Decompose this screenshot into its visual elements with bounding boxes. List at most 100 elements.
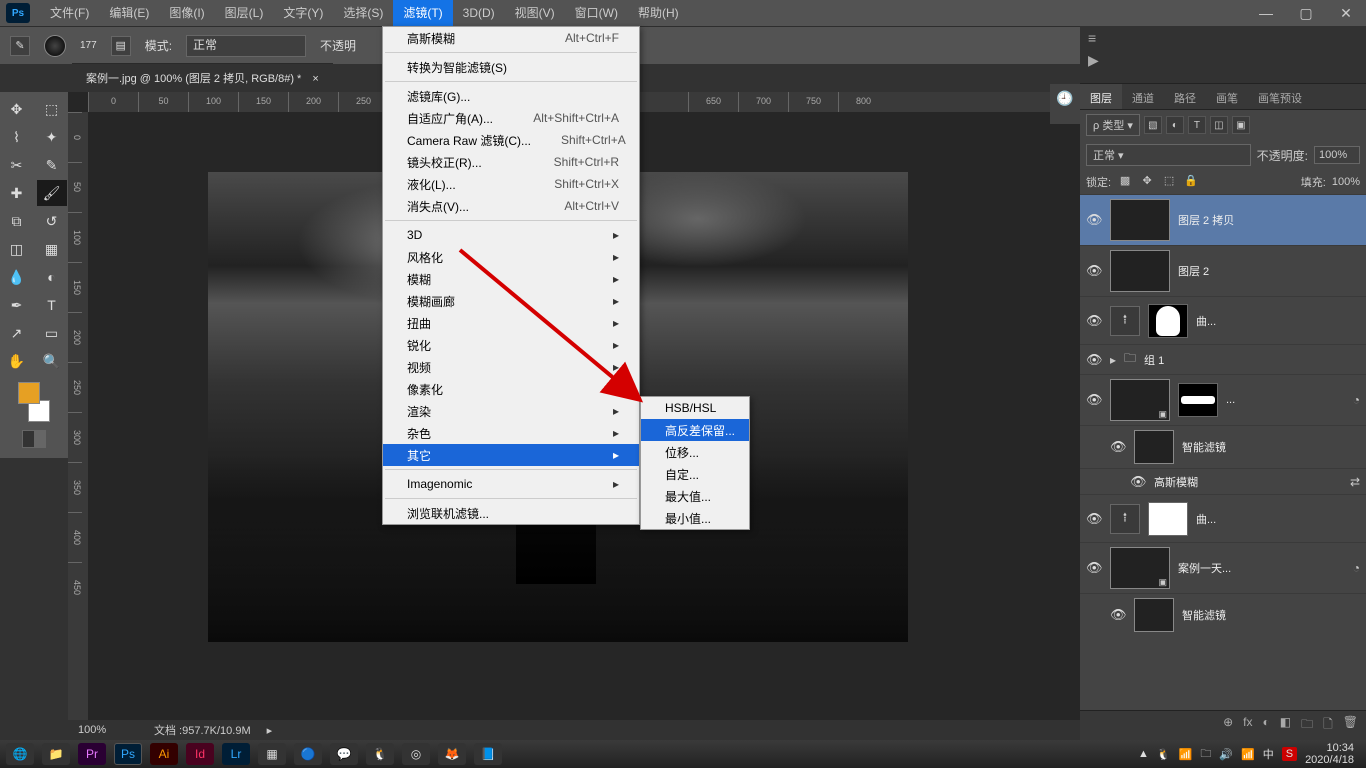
layer-row[interactable]: 👁 图层 2 xyxy=(1080,245,1366,296)
tray-icon[interactable]: 🐧 xyxy=(1157,748,1171,761)
tab-brushpresets[interactable]: 画笔预设 xyxy=(1248,84,1312,109)
tray-icon[interactable]: 📶 xyxy=(1179,748,1193,761)
menu-image[interactable]: 图像(I) xyxy=(159,0,214,26)
filter-stylize[interactable]: 风格化▸ xyxy=(383,246,639,268)
filter-vanish[interactable]: 消失点(V)...Alt+Ctrl+V xyxy=(383,195,639,217)
sub-offset[interactable]: 位移... xyxy=(641,441,749,463)
task-app-chrome[interactable]: ◎ xyxy=(402,743,430,765)
close-button[interactable]: ✕ xyxy=(1326,5,1366,22)
filter-shape-icon[interactable]: ◫ xyxy=(1210,116,1228,134)
task-app[interactable]: 🦊 xyxy=(438,743,466,765)
clock[interactable]: 10:34 2020/4/18 xyxy=(1305,742,1360,766)
pen-tool-icon[interactable]: ✒ xyxy=(2,292,32,318)
mask-icon[interactable]: ◐ xyxy=(1263,715,1270,736)
layer-filter-select[interactable]: ρ 类型 ▾ xyxy=(1086,114,1140,136)
sub-hsb[interactable]: HSB/HSL xyxy=(641,397,749,419)
filter-blurgallery[interactable]: 模糊画廊▸ xyxy=(383,290,639,312)
menu-edit[interactable]: 编辑(E) xyxy=(99,0,159,26)
stamp-tool-icon[interactable]: ⧉ xyxy=(2,208,32,234)
type-tool-icon[interactable]: T xyxy=(37,292,67,318)
tab-paths[interactable]: 路径 xyxy=(1164,84,1206,109)
tab-brush[interactable]: 画笔 xyxy=(1206,84,1248,109)
filter-noise[interactable]: 杂色▸ xyxy=(383,422,639,444)
delete-layer-icon[interactable]: 🗑 xyxy=(1343,715,1358,736)
blend-mode-select[interactable]: 正常 ▾ xyxy=(1086,144,1251,166)
visibility-icon[interactable]: 👁 xyxy=(1110,607,1126,623)
filter-blend-icon[interactable]: ⇄ xyxy=(1350,475,1360,489)
task-app[interactable]: ▦ xyxy=(258,743,286,765)
sub-min[interactable]: 最小值... xyxy=(641,507,749,529)
filter-pixelate[interactable]: 像素化▸ xyxy=(383,378,639,400)
menu-type[interactable]: 文字(Y) xyxy=(273,0,333,26)
filter-imagenomic[interactable]: Imagenomic▸ xyxy=(383,473,639,495)
brush-preview-icon[interactable] xyxy=(44,35,66,57)
visibility-icon[interactable]: 👁 xyxy=(1086,392,1102,408)
tray-volume-icon[interactable]: 🔊 xyxy=(1219,748,1233,761)
tray-expand-icon[interactable]: ▲ xyxy=(1138,748,1149,760)
curves-adj-icon[interactable]: ⭫ xyxy=(1110,306,1140,336)
status-more-icon[interactable]: ▸ xyxy=(267,724,273,737)
lock-pixels-icon[interactable]: ▩ xyxy=(1117,174,1133,190)
eraser-tool-icon[interactable]: ◫ xyxy=(2,236,32,262)
panel-menu-icon[interactable]: ≡ xyxy=(1088,30,1096,46)
dodge-tool-icon[interactable]: ◐ xyxy=(37,264,67,290)
filter-adj-icon[interactable]: ◐ xyxy=(1166,116,1184,134)
layer-name[interactable]: 高斯模糊 xyxy=(1154,474,1342,490)
lock-all-icon[interactable]: 🔒 xyxy=(1183,174,1199,190)
filter-adaptive[interactable]: 自适应广角(A)...Alt+Shift+Ctrl+A xyxy=(383,107,639,129)
filter-liquify[interactable]: 液化(L)...Shift+Ctrl+X xyxy=(383,173,639,195)
filter-mask-thumb[interactable] xyxy=(1134,430,1174,464)
layers-list[interactable]: 👁 图层 2 拷贝 👁 图层 2 👁 ⭫ 曲... 👁 ▸ 🗀 组 1 👁 ▣ … xyxy=(1080,194,1366,710)
task-app[interactable]: 🌐 xyxy=(6,743,34,765)
marquee-tool-icon[interactable]: ⬚ xyxy=(37,96,67,122)
task-app[interactable]: 🔵 xyxy=(294,743,322,765)
lasso-tool-icon[interactable]: ⌇ xyxy=(2,124,32,150)
layer-name[interactable]: 组 1 xyxy=(1144,352,1360,368)
brush-panel-icon[interactable]: ▤ xyxy=(111,36,131,56)
blur-tool-icon[interactable]: 💧 xyxy=(2,264,32,290)
tab-layers[interactable]: 图层 xyxy=(1080,84,1122,109)
task-app-ai[interactable]: Ai xyxy=(150,743,178,765)
layer-name[interactable]: 曲... xyxy=(1196,313,1360,329)
filter-browse[interactable]: 浏览联机滤镜... xyxy=(383,502,639,524)
tray-network-icon[interactable]: 📶 xyxy=(1241,748,1255,761)
layer-row[interactable]: 👁 ▣ ... ◔ xyxy=(1080,374,1366,425)
tray-icon[interactable]: 🗀 xyxy=(1200,745,1211,764)
filter-3d[interactable]: 3D▸ xyxy=(383,224,639,246)
layer-row[interactable]: 👁 ▣ 案例一天... ◔ xyxy=(1080,542,1366,593)
layer-mask[interactable] xyxy=(1178,383,1218,417)
task-app-ps[interactable]: Ps xyxy=(114,743,142,765)
layer-name[interactable]: 曲... xyxy=(1196,511,1360,527)
path-tool-icon[interactable]: ↗ xyxy=(2,320,32,346)
filter-camraw[interactable]: Camera Raw 滤镜(C)...Shift+Ctrl+A xyxy=(383,129,639,151)
maximize-button[interactable]: ▢ xyxy=(1286,5,1326,22)
history-brush-icon[interactable]: ↺ xyxy=(37,208,67,234)
move-tool-icon[interactable]: ✥ xyxy=(2,96,32,122)
filter-gallery[interactable]: 滤镜库(G)... xyxy=(383,85,639,107)
brush-tool-icon[interactable]: 🖌 xyxy=(37,180,67,206)
fx-icon[interactable]: fx xyxy=(1243,715,1252,736)
crop-tool-icon[interactable]: ✂ xyxy=(2,152,32,178)
adjustment-icon[interactable]: ◧ xyxy=(1280,715,1291,736)
gradient-tool-icon[interactable]: ▦ xyxy=(37,236,67,262)
layer-smartfilter-row[interactable]: 👁 智能滤镜 xyxy=(1080,425,1366,468)
layer-row[interactable]: 👁 图层 2 拷贝 xyxy=(1080,194,1366,245)
filter-mask-thumb[interactable] xyxy=(1134,598,1174,632)
sub-highpass[interactable]: 高反差保留... xyxy=(641,419,749,441)
filter-other[interactable]: 其它▸ xyxy=(383,444,639,466)
layer-group-row[interactable]: 👁 ▸ 🗀 组 1 xyxy=(1080,344,1366,374)
smart-filter-toggle-icon[interactable]: ◔ xyxy=(1353,393,1360,407)
tool-preset-icon[interactable]: ✎ xyxy=(10,36,30,56)
layer-thumb[interactable] xyxy=(1110,199,1170,241)
layer-row[interactable]: 👁 ⭫ 曲... xyxy=(1080,296,1366,344)
visibility-icon[interactable]: 👁 xyxy=(1086,313,1102,329)
shape-tool-icon[interactable]: ▭ xyxy=(37,320,67,346)
task-app[interactable]: 📘 xyxy=(474,743,502,765)
task-app-lr[interactable]: Lr xyxy=(222,743,250,765)
new-layer-icon[interactable]: 🗋 xyxy=(1323,715,1333,736)
eyedropper-tool-icon[interactable]: ✎ xyxy=(37,152,67,178)
tray-ime2-icon[interactable]: S xyxy=(1282,747,1297,761)
curves-adj-icon[interactable]: ⭫ xyxy=(1110,504,1140,534)
menu-window[interactable]: 窗口(W) xyxy=(565,0,628,26)
layer-mask[interactable] xyxy=(1148,304,1188,338)
